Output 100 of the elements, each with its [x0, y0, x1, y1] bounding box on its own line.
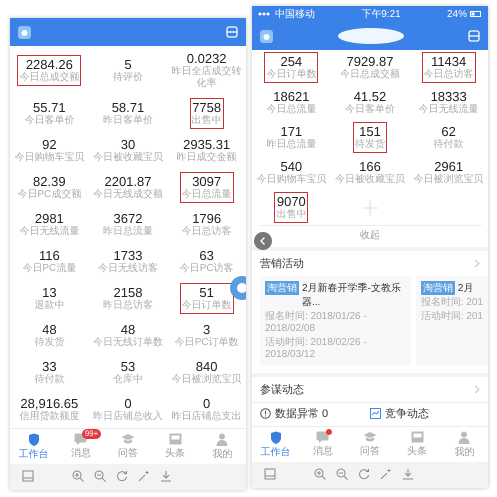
image-icon[interactable] — [22, 470, 34, 482]
rotate-icon[interactable] — [358, 468, 370, 480]
zoom-out-icon[interactable] — [94, 470, 106, 482]
zoom-in-icon[interactable] — [314, 468, 326, 480]
stat-label: 今日PC访客 — [180, 263, 234, 275]
activity-date: 活动时间: 201 — [420, 311, 483, 323]
magic-wand-icon[interactable] — [138, 470, 150, 482]
stat-value: 3097 — [192, 174, 222, 189]
stat-label: 今日被浏览宝贝 — [414, 174, 484, 186]
stat-label: 信用贷款额度 — [19, 411, 80, 423]
tab-bar-item[interactable]: 我的 — [440, 431, 488, 459]
stat-value: 41.52 — [354, 89, 386, 104]
redaction-blur — [336, 26, 406, 46]
stat-label: 今日总流量 — [182, 189, 232, 201]
advisor-item[interactable]: 数据异常 0 — [275, 406, 328, 421]
stat-value: 51 — [199, 285, 214, 300]
stat-label: 今日总成交额 — [340, 69, 400, 81]
stat-value: 2158 — [114, 285, 142, 300]
collapse-button[interactable]: 收起 — [354, 226, 386, 244]
back-floating-icon[interactable] — [254, 232, 272, 250]
stat-value: 2284.26 — [26, 57, 73, 72]
shield-icon — [28, 433, 40, 446]
stat-value: 7929.87 — [346, 54, 394, 69]
stat-label: 昨日总流量 — [102, 226, 153, 238]
stat-value: 1796 — [192, 211, 222, 226]
zoom-out-icon[interactable] — [336, 468, 348, 480]
chevron-right-icon[interactable] — [474, 385, 480, 394]
app-logo-icon[interactable] — [18, 26, 31, 38]
stat-value: 48 — [42, 322, 57, 337]
stat-label: 昨日店铺总支出 — [172, 411, 242, 423]
tab-bar-item[interactable]: 我的 — [198, 433, 246, 461]
stat-label: 待付款 — [34, 374, 64, 386]
stat-label: 今日客单价 — [344, 104, 395, 116]
stat-value: 0 — [124, 396, 132, 411]
tab-bar-item[interactable]: 工作台 — [252, 431, 300, 459]
advisor-item[interactable]: 竞争动态 — [385, 406, 429, 421]
stat-value: 0.0232 — [186, 51, 227, 66]
stat-label: 今日总流量 — [266, 104, 316, 116]
stat-label: 出售中 — [276, 209, 306, 221]
signup-date: 报名时间: 2018/01/26 - 2018/02/08 — [265, 311, 368, 335]
tab-bar-item[interactable]: 问答 — [104, 433, 152, 461]
activity-card[interactable]: 淘营销 2月新春开学季-文教乐器... 报名时间: 2018/01/26 - 2018/02/08 活动时间: 2018/02/26 - 2018/03/12 — [260, 276, 411, 366]
tab-bar-item[interactable]: 工作台 — [10, 433, 58, 461]
stat-label: 今日总成交额 — [19, 72, 80, 84]
stat-label: 昨日全店成交转化率 — [170, 66, 243, 90]
tab-bar-item[interactable]: 头条 — [394, 431, 441, 459]
stat-value: 2201.87 — [104, 174, 152, 189]
stat-label: 今日被收藏宝贝 — [334, 174, 405, 186]
chevron-right-icon[interactable] — [474, 259, 480, 268]
stat-value: 254 — [280, 54, 302, 69]
zoom-in-icon[interactable] — [72, 470, 84, 482]
stat-value: 840 — [196, 359, 218, 374]
app-logo-icon[interactable] — [260, 30, 273, 42]
stat-value: 48 — [120, 322, 136, 337]
download-icon[interactable] — [402, 468, 414, 480]
stat-label: 今日PC成交额 — [17, 189, 82, 201]
stat-label: 今日无线流量 — [418, 104, 479, 116]
rotate-icon[interactable] — [116, 470, 128, 482]
stat-label: 今日无线订单数 — [92, 337, 163, 349]
download-icon[interactable] — [160, 470, 172, 482]
newspaper-icon — [168, 433, 182, 445]
stat-label: 今日被浏览宝贝 — [172, 374, 242, 386]
stat-label: 今日无线成交额 — [92, 189, 163, 201]
tab-bar-item[interactable]: 消息 — [299, 431, 346, 459]
stat-value: 11434 — [431, 54, 466, 69]
stat-label: 退款中 — [34, 300, 64, 312]
stat-label: 今日总访客 — [182, 226, 232, 238]
battery-text: 24% — [446, 8, 467, 20]
stat-label: 今日订单数 — [266, 69, 316, 81]
stat-label: 今日订单数 — [182, 300, 232, 312]
stat-value: 151 — [359, 124, 381, 139]
tab-bar-item[interactable]: 问答 — [346, 431, 394, 459]
newspaper-icon — [410, 431, 424, 443]
magic-wand-icon[interactable] — [380, 468, 392, 480]
stat-value: 166 — [359, 159, 381, 174]
stat-label: 待发货 — [34, 337, 64, 349]
shield-icon — [270, 431, 282, 444]
signal-icon — [258, 12, 272, 16]
stat-value: 5 — [124, 57, 132, 72]
stat-label: 今日客单价 — [24, 115, 74, 127]
stat-value: 13 — [42, 285, 57, 300]
activity-card[interactable]: 淘营销 2月 报名时间: 201 活动时间: 201 — [416, 276, 488, 366]
stat-label: 昨日成交金额 — [176, 152, 237, 164]
stat-label: 今日PC流量 — [22, 263, 76, 275]
stat-value: 33 — [42, 359, 57, 374]
stat-value: 18621 — [273, 89, 310, 104]
tab-bar-item[interactable]: 头条 — [152, 433, 199, 461]
scan-icon[interactable] — [468, 30, 480, 42]
chat-icon — [316, 431, 330, 443]
stat-label: 仓库中 — [112, 374, 143, 386]
stat-label: 今日总访客 — [424, 69, 474, 81]
stat-label: 待评价 — [112, 72, 143, 84]
stat-value: 2961 — [434, 159, 464, 174]
section-title: 参谋动态 — [260, 382, 304, 397]
scan-icon[interactable] — [226, 26, 238, 38]
stat-value: 9070 — [276, 194, 306, 209]
activity-title: 2月新春开学季-文教乐器... — [302, 282, 402, 309]
signup-date: 报名时间: 201 — [420, 297, 483, 309]
stat-value: 1733 — [114, 248, 142, 263]
image-icon[interactable] — [264, 468, 276, 480]
